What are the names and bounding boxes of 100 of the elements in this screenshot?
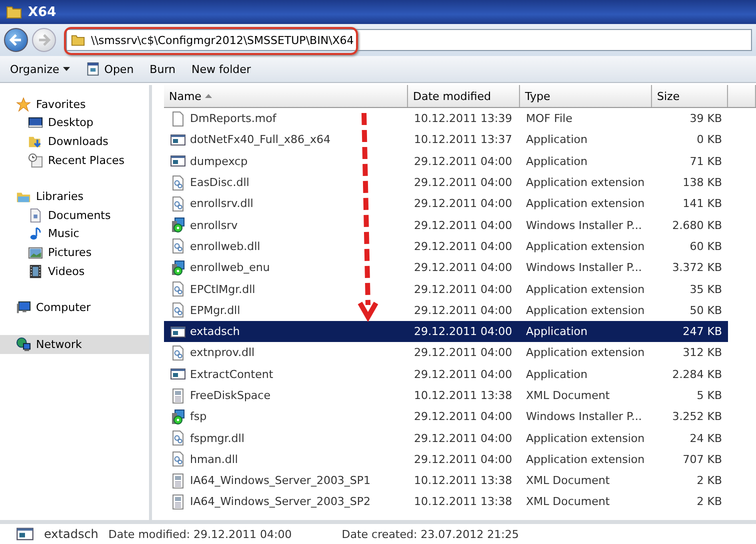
file-type: XML Document (525, 389, 611, 402)
file-row[interactable]: EasDisc.dll 29.12.2011 04:00 Application extension 138 KB (164, 172, 756, 194)
film-icon (28, 264, 43, 279)
file-size: 0 KB (696, 133, 723, 146)
file-icon (170, 110, 186, 127)
file-size: 707 KB (682, 452, 723, 466)
file-size: 71 KB (688, 154, 723, 168)
window-icon (86, 62, 100, 76)
file-row[interactable]: IA64_Windows_Server_2003_SP2 10.12.2011 13:38 XML Document 2 KB (164, 491, 756, 513)
document-icon (28, 208, 43, 223)
arrow-icon (37, 33, 51, 47)
date-modified: 29.12.2011 04:00 (413, 154, 514, 168)
file-name: enrollweb.dll (190, 240, 260, 253)
file-name: EPMgr.dll (190, 304, 240, 317)
file-row[interactable]: extnprov.dll 29.12.2011 04:00 Application extension 312 KB (164, 342, 756, 364)
file-name: enrollsrv (190, 218, 238, 232)
address-field[interactable]: \\smssrv\c$\Configmgr2012\SMSSETUP\BIN\X64 (66, 29, 752, 51)
file-size: 2.284 KB (671, 368, 723, 381)
file-name: IA64_Windows_Server_2003_SP2 (190, 495, 371, 508)
xml-document-icon (170, 388, 186, 404)
caret-icon (63, 67, 70, 71)
file-type: MOF File (525, 112, 574, 126)
date-modified: 29.12.2011 04:00 (413, 325, 514, 338)
file-type: Application (525, 154, 588, 168)
file-type: Application extension (525, 432, 646, 445)
sidebar-item[interactable]: Desktop (0, 114, 149, 132)
file-name: extnprov.dll (190, 346, 255, 360)
file-size: 2 KB (696, 474, 723, 488)
file-size: 247 KB (682, 325, 723, 338)
file-name: EPCtlMgr.dll (190, 282, 256, 296)
file-row[interactable]: EPMgr.dll 29.12.2011 04:00 Application extension 50 KB (164, 300, 756, 321)
sidebar-item[interactable]: Favorites (0, 95, 149, 114)
sidebar-item[interactable]: Recent Places (0, 150, 149, 170)
sidebar-item[interactable]: Music (0, 224, 149, 244)
file-size: 3.252 KB (671, 410, 723, 424)
file-row[interactable]: FreeDiskSpace 10.12.2011 13:38 XML Document 5 KB (164, 384, 756, 406)
sidebar-item[interactable]: Pictures (0, 243, 149, 262)
file-row[interactable]: enrollweb_enu 29.12.2011 04:00 Windows Installer P... 3.372 KB (164, 257, 756, 278)
file-row[interactable]: enrollsrv.dll 29.12.2011 04:00 Application extension 141 KB (164, 193, 756, 214)
sidebar-item[interactable]: Documents (0, 206, 149, 225)
application-icon (170, 366, 186, 382)
file-row[interactable]: hman.dll 29.12.2011 04:00 Application extension 707 KB (164, 448, 756, 470)
toolbar-button[interactable]: Open (80, 60, 140, 78)
file-row[interactable]: ExtractContent 29.12.2011 04:00 Application 2.284 KB (164, 364, 756, 385)
file-type: Application extension (525, 197, 646, 210)
gear-document-icon (170, 344, 186, 361)
file-type: Application (525, 325, 588, 338)
toolbar-button[interactable]: New folder (186, 60, 257, 78)
sidebar-item[interactable]: Network (0, 334, 149, 354)
gear-document-icon (170, 174, 186, 191)
file-name: dotNetFx40_Full_x86_x64 (190, 133, 330, 146)
file-type: Windows Installer P... (525, 261, 643, 274)
file-name: enrollweb_enu (190, 261, 270, 274)
date-modified: 29.12.2011 04:00 (413, 282, 514, 296)
picture-icon (28, 244, 43, 260)
back-button[interactable] (4, 28, 28, 52)
sidebar-item[interactable]: Downloads (0, 132, 149, 151)
file-row[interactable]: dumpexcp 29.12.2011 04:00 Application 71 KB (164, 150, 756, 172)
file-type: XML Document (525, 495, 611, 508)
file-size: 35 KB (688, 282, 723, 296)
folder-icon (71, 33, 85, 47)
file-size: 5 KB (696, 389, 723, 402)
selected-file-name: extadsch (44, 527, 98, 541)
file-size: 3.372 KB (671, 261, 723, 274)
date-modified: 29.12.2011 04:00 (413, 410, 514, 424)
file-row[interactable]: fsp 29.12.2011 04:00 Windows Installer P... 3.252 KB (164, 406, 756, 428)
file-row[interactable]: enrollsrv 29.12.2011 04:00 Windows Installer P... 2.680 KB (164, 214, 756, 236)
sidebar-item[interactable]: Computer (0, 298, 149, 317)
status-date-modified: Date modified: 29.12.2011 04:00 (108, 528, 292, 540)
application-icon (170, 132, 186, 148)
file-type: Windows Installer P... (525, 218, 643, 232)
gear-document-icon (170, 430, 186, 446)
file-row[interactable]: dotNetFx40_Full_x86_x64 10.12.2011 13:37 Application 0 KB (164, 129, 756, 151)
file-name: extadsch (190, 325, 240, 338)
gear-document-icon (170, 302, 186, 318)
star-icon (16, 96, 31, 112)
column-header[interactable]: Size (652, 85, 728, 107)
date-modified: 10.12.2011 13:37 (413, 133, 514, 146)
file-size: 24 KB (688, 432, 723, 445)
sidebar-item[interactable]: Videos (0, 262, 149, 280)
file-row[interactable]: DmReports.mof 10.12.2011 13:39 MOF File 39 KB (164, 108, 756, 130)
file-size: 60 KB (688, 240, 723, 253)
sidebar-item[interactable]: Libraries (0, 187, 149, 206)
file-size: 39 KB (688, 112, 723, 126)
menu-button[interactable]: Organize (4, 60, 76, 78)
column-header[interactable]: Type (520, 85, 652, 107)
file-row[interactable]: enrollweb.dll 29.12.2011 04:00 Application extension 60 KB (164, 236, 756, 258)
file-row[interactable]: IA64_Windows_Server_2003_SP1 10.12.2011 13:38 XML Document 2 KB (164, 470, 756, 492)
recent-places-icon (28, 152, 43, 168)
file-name: FreeDiskSpace (190, 389, 270, 402)
file-type: Application extension (525, 240, 646, 253)
file-name: DmReports.mof (190, 112, 276, 126)
file-name: IA64_Windows_Server_2003_SP1 (190, 474, 371, 488)
column-header[interactable]: Date modified (408, 85, 520, 107)
selected-file-row[interactable]: extadsch 29.12.2011 04:00 Application 247 KB (164, 320, 728, 342)
toolbar-button[interactable]: Burn (144, 60, 182, 78)
file-row[interactable]: EPCtlMgr.dll 29.12.2011 04:00 Application extension 35 KB (164, 278, 756, 300)
column-header[interactable]: Name (164, 85, 408, 107)
file-row[interactable]: fspmgr.dll 29.12.2011 04:00 Application extension 24 KB (164, 427, 756, 449)
file-name: dumpexcp (190, 154, 248, 168)
